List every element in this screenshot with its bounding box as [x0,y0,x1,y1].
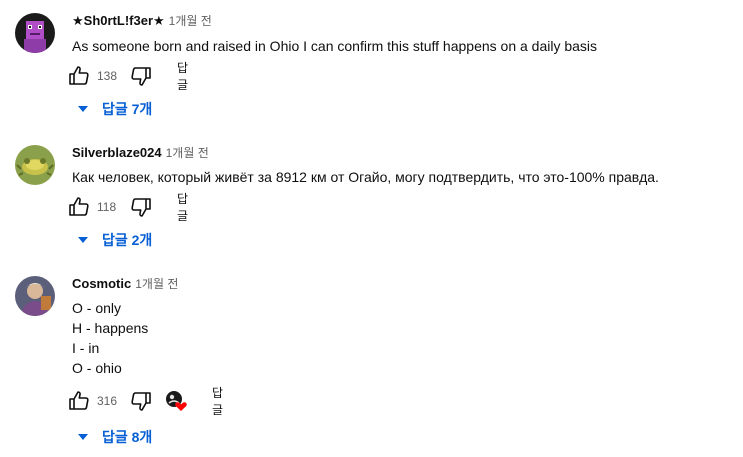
comment-time[interactable]: 1개월 전 [169,14,212,28]
replies-label: 답글 2개 [102,232,153,248]
comment-header: Silverblaze024 1개월 전 [72,144,209,162]
dislike-button[interactable] [129,389,153,413]
thumb-up-icon [67,195,91,219]
avatar[interactable] [15,13,55,53]
comment-line: Как человек, который живёт за 8912 км от… [72,169,659,185]
comment-header: Cosmotic 1개월 전 [72,275,178,293]
comment-text: As someone born and raised in Ohio I can… [72,36,597,56]
creator-heart-icon [165,390,187,412]
thumb-down-icon [129,389,153,413]
comment-header: ★Sh0rtL!f3er★ 1개월 전 [72,12,212,30]
replies-label: 답글 8개 [102,429,153,445]
like-count: 316 [97,394,118,408]
thumb-down-icon [129,195,153,219]
comment-author[interactable]: Cosmotic [72,276,131,291]
view-replies-button[interactable]: 답글 2개 [78,230,152,250]
thumb-up-icon [67,64,91,88]
caret-down-icon [78,237,88,243]
comment-author[interactable]: Silverblaze024 [72,145,162,160]
like-button[interactable]: 118 [67,195,116,219]
view-replies-button[interactable]: 답글 7개 [78,99,152,119]
dislike-button[interactable] [129,195,153,219]
comment-text: O - only H - happens I - in O - ohio [72,298,148,378]
creator-heart-badge [165,389,187,413]
comment-line: O - only [72,300,122,316]
view-replies-button[interactable]: 답글 8개 [78,427,152,447]
like-count: 138 [97,69,118,83]
caret-down-icon [78,106,88,112]
comment-line: I - in [72,340,100,356]
comment-author[interactable]: ★Sh0rtL!f3er★ [72,13,165,28]
like-button[interactable]: 138 [67,64,117,88]
comment-line: H - happens [72,320,149,336]
comment-line: O - ohio [72,360,122,376]
caret-down-icon [78,434,88,440]
avatar[interactable] [15,145,55,185]
replies-label: 답글 7개 [102,101,153,117]
avatar[interactable] [15,276,55,316]
comment-text: Как человек, который живёт за 8912 км от… [72,167,659,187]
like-count: 118 [97,200,117,214]
like-button[interactable]: 316 [67,389,117,413]
comment-time[interactable]: 1개월 전 [135,277,178,291]
reply-button[interactable]: 답글 [177,192,188,223]
reply-button[interactable]: 답글 [177,61,188,92]
dislike-button[interactable] [129,64,153,88]
comment-line: As someone born and raised in Ohio I can… [72,38,598,54]
comment-time[interactable]: 1개월 전 [166,146,209,160]
thumb-up-icon [67,389,91,413]
thumb-down-icon [129,64,153,88]
reply-button[interactable]: 답글 [212,386,223,417]
